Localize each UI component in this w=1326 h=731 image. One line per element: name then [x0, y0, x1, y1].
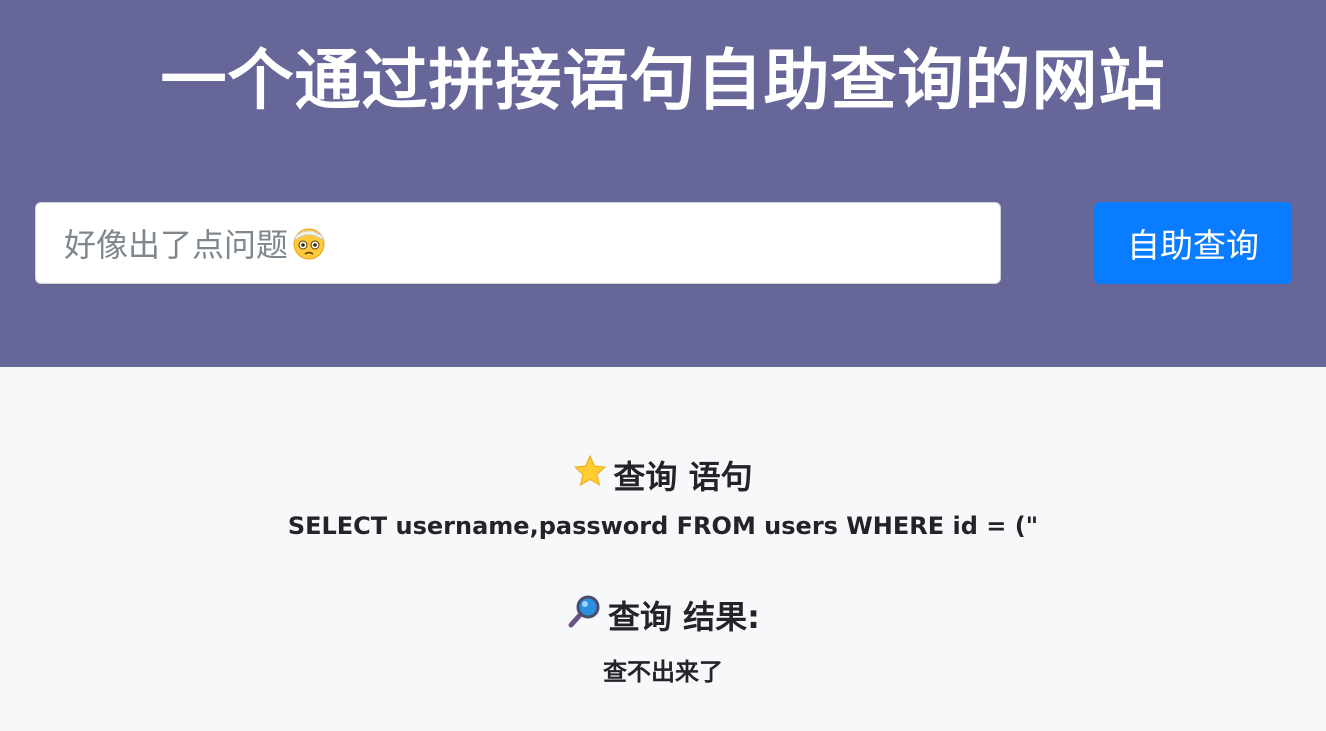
self-query-button[interactable]: 自助查询	[1094, 202, 1292, 284]
search-input[interactable]: 好像出了点问题	[35, 202, 1001, 284]
statement-heading-text: 查询 语句	[613, 458, 753, 496]
sql-statement-text: SELECT username,password FROM users WHER…	[287, 512, 1039, 540]
star-icon	[573, 454, 607, 496]
search-placeholder: 好像出了点问题	[64, 226, 289, 264]
header-banner: 一个通过拼接语句自助查询的网站 好像出了点问题 自助查询	[0, 0, 1326, 367]
statement-heading: 查询 语句	[573, 452, 753, 498]
statement-body: SELECT username,password FROM users WHER…	[0, 512, 1326, 540]
result-body: 查不出来了	[0, 652, 1326, 687]
face-with-head-bandage-icon	[292, 226, 326, 260]
statement-section: 查询 语句	[0, 452, 1326, 498]
result-heading: 查询 结果:	[566, 592, 760, 638]
result-section: 查询 结果:	[0, 592, 1326, 638]
magnifier-icon	[566, 593, 602, 637]
result-heading-text: 查询 结果:	[608, 598, 760, 636]
page-title: 一个通过拼接语句自助查询的网站	[160, 42, 1166, 119]
result-text: 查不出来了	[603, 658, 723, 686]
